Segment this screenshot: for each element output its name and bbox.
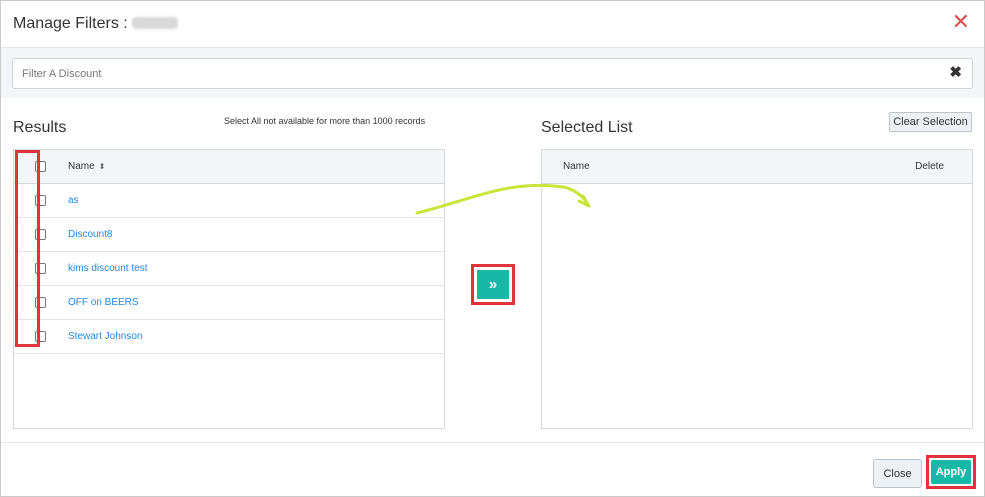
discount-link[interactable]: OFF on BEERS bbox=[68, 297, 139, 308]
results-title: Results bbox=[13, 119, 67, 136]
close-icon[interactable]: ✕ bbox=[952, 11, 970, 33]
results-table: Name ⬍ as Discount8 kims discount test OF… bbox=[13, 149, 445, 429]
discount-link[interactable]: as bbox=[68, 195, 79, 206]
clear-filter-icon[interactable]: ✖ bbox=[949, 65, 962, 80]
row-checkbox[interactable] bbox=[35, 331, 46, 342]
sort-icon: ⬍ bbox=[98, 162, 106, 171]
results-table-header: Name ⬍ bbox=[14, 150, 444, 184]
select-all-note: Select All not available for more than 1… bbox=[224, 116, 426, 126]
delete-column-header: Delete bbox=[915, 161, 944, 172]
name-column-header[interactable]: Name ⬍ bbox=[68, 161, 105, 172]
selected-list-table: Name Delete bbox=[541, 149, 973, 429]
modal-title: Manage Filters : bbox=[13, 15, 178, 33]
selected-name-column-header: Name bbox=[563, 161, 590, 172]
annotation-arrow bbox=[415, 183, 591, 215]
table-row: Discount8 bbox=[14, 218, 444, 252]
filter-discount-input[interactable] bbox=[12, 58, 973, 89]
row-checkbox[interactable] bbox=[35, 229, 46, 240]
selected-table-header: Name Delete bbox=[542, 150, 972, 184]
manage-filters-modal: Manage Filters : ✕ ✖ Results Select All … bbox=[0, 0, 985, 497]
apply-button-highlight: Apply bbox=[926, 455, 976, 489]
discount-link[interactable]: kims discount test bbox=[68, 263, 147, 274]
row-checkbox[interactable] bbox=[35, 195, 46, 206]
modal-header: Manage Filters : ✕ bbox=[1, 1, 984, 48]
table-row: Stewart Johnson bbox=[14, 320, 444, 354]
table-row: OFF on BEERS bbox=[14, 286, 444, 320]
double-chevron-right-icon: » bbox=[488, 276, 498, 293]
apply-button[interactable]: Apply bbox=[931, 460, 971, 484]
move-to-selected-button[interactable]: » bbox=[477, 270, 509, 299]
select-all-checkbox[interactable] bbox=[35, 161, 46, 172]
table-row: kims discount test bbox=[14, 252, 444, 286]
row-checkbox[interactable] bbox=[35, 297, 46, 308]
modal-footer: Close Apply bbox=[1, 442, 984, 496]
close-button[interactable]: Close bbox=[873, 459, 922, 488]
clear-selection-button[interactable]: Clear Selection bbox=[889, 112, 972, 132]
selected-list-title: Selected List bbox=[541, 119, 633, 136]
discount-link[interactable]: Discount8 bbox=[68, 229, 112, 240]
blurred-title-suffix bbox=[131, 17, 178, 29]
table-row: as bbox=[14, 184, 444, 218]
discount-link[interactable]: Stewart Johnson bbox=[68, 331, 143, 342]
move-button-highlight: » bbox=[471, 264, 515, 305]
filter-bar: ✖ bbox=[1, 48, 984, 98]
row-checkbox[interactable] bbox=[35, 263, 46, 274]
